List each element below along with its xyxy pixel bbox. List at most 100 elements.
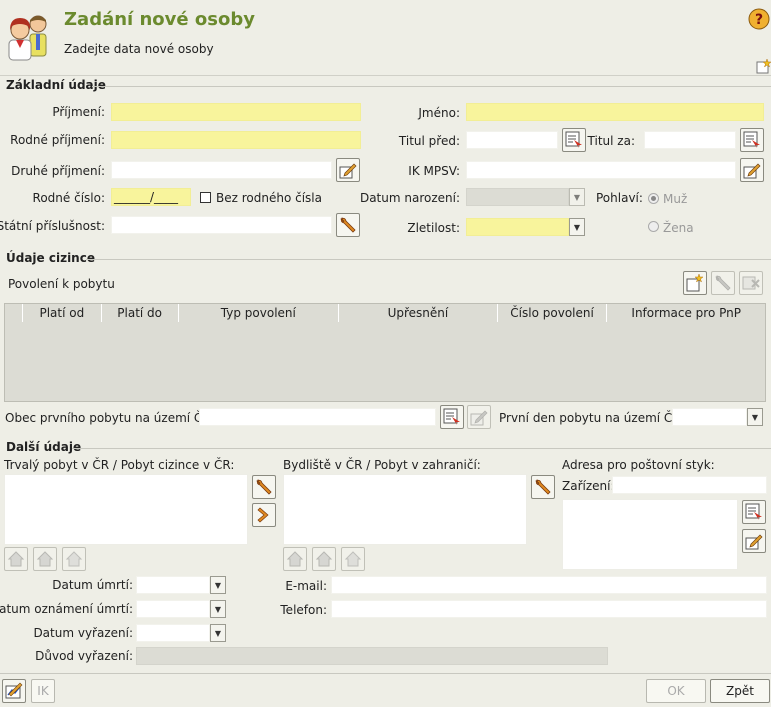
titul-pred-field[interactable] (466, 131, 558, 149)
section-foreign-title: Údaje cizince (6, 251, 95, 265)
persons-icon (4, 10, 56, 62)
ok-button[interactable]: OK (646, 679, 706, 703)
jmeno-field[interactable] (466, 103, 764, 121)
wrench-icon (535, 478, 551, 495)
column-cislo-povoleni[interactable]: Číslo povolení (498, 304, 608, 322)
trvaly-pobyt-label: Trvalý pobyt v ČR / Pobyt cizince v ČR: (4, 458, 235, 472)
povoleni-delete-button[interactable] (739, 271, 763, 295)
column-upresneni[interactable]: Upřesnění (339, 304, 498, 322)
bydliste-tools-button[interactable] (531, 475, 555, 499)
chevron-right-icon (257, 507, 269, 523)
duvod-vyrazeni-field[interactable] (136, 647, 608, 665)
datum-narozeni-label: Datum narození: (359, 191, 460, 205)
obec-pick-button[interactable] (440, 405, 464, 429)
rodne-cislo-label: Rodné číslo: (32, 191, 105, 205)
trvaly-pobyt-tools-button[interactable] (252, 475, 276, 499)
prijmeni-label: Příjmení: (52, 105, 105, 119)
obec-edit-button[interactable] (467, 405, 491, 429)
druhe-prijmeni-edit-button[interactable] (336, 158, 360, 182)
obec-field[interactable] (199, 408, 436, 426)
zena-label: Žena (663, 221, 694, 235)
bydliste-house-button-3[interactable] (341, 547, 365, 571)
rodne-cislo-field[interactable]: ______/____ (111, 188, 191, 206)
column-plati-od[interactable]: Platí od (23, 304, 102, 322)
new-record-icon (686, 274, 704, 292)
new-record-icon[interactable] (755, 58, 771, 74)
adresa-address[interactable] (562, 499, 738, 570)
trvaly-pobyt-next-button[interactable] (252, 503, 276, 527)
duvod-vyrazeni-label: Důvod vyřazení: (35, 649, 133, 663)
rodne-prijmeni-field[interactable] (111, 131, 361, 149)
datum-oznameni-field[interactable] (136, 600, 210, 618)
zletilost-dropdown[interactable]: ▼ (569, 218, 585, 236)
report-button[interactable] (2, 679, 26, 703)
datum-narozeni-dropdown[interactable]: ▼ (569, 188, 585, 206)
house-icon (36, 551, 54, 567)
adresa-pick-button[interactable] (742, 500, 766, 524)
prijmeni-field[interactable] (111, 103, 361, 121)
pencil-edit-icon (339, 163, 357, 179)
pick-list-icon (565, 131, 582, 148)
column-informace-pnp[interactable]: Informace pro PnP (607, 304, 765, 322)
footer-divider (0, 673, 771, 674)
divider (72, 448, 771, 449)
svg-text:?: ? (755, 12, 763, 28)
zletilost-field[interactable] (466, 218, 569, 236)
titul-za-pick-button[interactable] (740, 128, 764, 152)
datum-narozeni-field[interactable] (466, 188, 569, 206)
ik-mpsv-field[interactable] (466, 161, 736, 179)
adresa-edit-button[interactable] (742, 529, 766, 553)
datum-oznameni-dropdown[interactable]: ▼ (210, 600, 226, 618)
back-button[interactable]: Zpět (710, 679, 770, 703)
email-label: E-mail: (285, 579, 327, 593)
ik-mpsv-label: IK MPSV: (408, 164, 460, 178)
telefon-field[interactable] (331, 600, 767, 618)
datum-vyrazeni-field[interactable] (136, 624, 210, 642)
pencil-edit-icon (470, 410, 488, 426)
statni-prislusnost-field[interactable] (111, 216, 332, 234)
ik-button[interactable]: IK (31, 679, 55, 703)
trvaly-pobyt-house-button-2[interactable] (33, 547, 57, 571)
statni-prislusnost-tools-button[interactable] (336, 213, 360, 237)
bydliste-house-button-1[interactable] (283, 547, 307, 571)
pencil-edit-icon (745, 534, 763, 550)
druhe-prijmeni-field[interactable] (111, 161, 332, 179)
trvaly-pobyt-address[interactable] (4, 474, 248, 545)
pick-list-icon (743, 131, 760, 148)
zena-radio[interactable] (648, 221, 659, 232)
ik-mpsv-edit-button[interactable] (740, 158, 764, 182)
zarizeni-label: Zařízení: (562, 479, 615, 493)
bez-rodneho-cisla-checkbox[interactable] (200, 192, 211, 203)
email-field[interactable] (331, 576, 767, 594)
titul-za-field[interactable] (644, 131, 736, 149)
trvaly-pobyt-house-button-1[interactable] (4, 547, 28, 571)
help-icon[interactable]: ? (748, 8, 770, 30)
bydliste-house-button-2[interactable] (312, 547, 336, 571)
bydliste-address[interactable] (283, 474, 527, 545)
statni-prislusnost-label: Státní příslušnost: (0, 219, 105, 233)
jmeno-label: Jméno: (418, 106, 460, 120)
povoleni-add-button[interactable] (683, 271, 707, 295)
datum-oznameni-label: Datum oznámení úmrtí: (0, 602, 133, 616)
zarizeni-field[interactable] (612, 476, 767, 494)
house-icon (286, 551, 304, 567)
muz-radio[interactable] (648, 193, 659, 204)
muz-label: Muž (663, 192, 688, 206)
povoleni-tools-button[interactable] (711, 271, 735, 295)
prvni-den-field[interactable] (672, 408, 747, 426)
datum-umrti-field[interactable] (136, 576, 210, 594)
column-typ-povoleni[interactable]: Typ povolení (179, 304, 340, 322)
page-title: Zadání nové osoby (64, 9, 255, 30)
telefon-label: Telefon: (280, 603, 327, 617)
datum-vyrazeni-dropdown[interactable]: ▼ (210, 624, 226, 642)
datum-umrti-dropdown[interactable]: ▼ (210, 576, 226, 594)
povoleni-table-body[interactable] (4, 322, 766, 402)
house-icon (315, 551, 333, 567)
column-plati-do[interactable]: Platí do (102, 304, 179, 322)
pick-list-icon (745, 503, 762, 520)
page-subtitle: Zadejte data nové osoby (64, 42, 214, 56)
bez-rodneho-cisla-label: Bez rodného čísla (216, 191, 322, 205)
trvaly-pobyt-house-button-3[interactable] (62, 547, 86, 571)
titul-pred-pick-button[interactable] (562, 128, 586, 152)
prvni-den-dropdown[interactable]: ▼ (747, 408, 763, 426)
